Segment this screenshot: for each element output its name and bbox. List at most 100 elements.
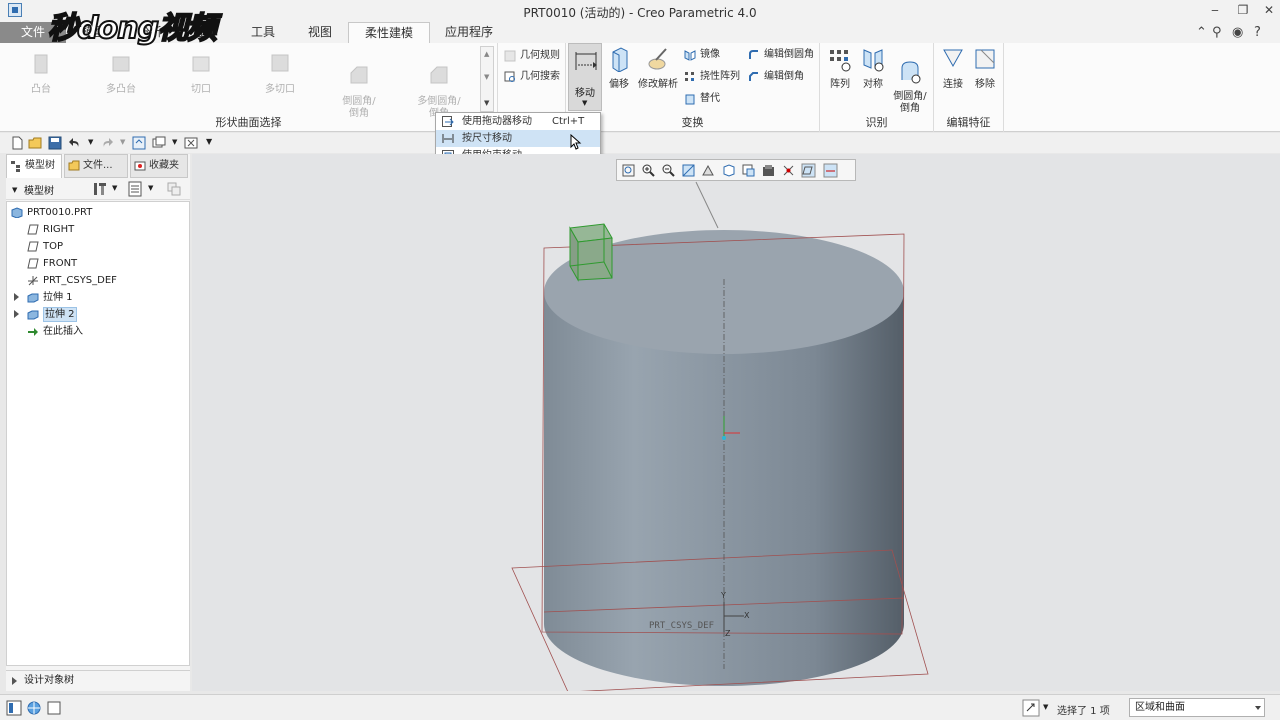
edit-chamfer-button[interactable]: 编辑倒角 (748, 69, 804, 85)
datum-plane-icon (27, 241, 39, 252)
help-icon[interactable]: ? (1254, 25, 1261, 40)
geometry-search-button[interactable]: 几何搜索 (504, 69, 560, 85)
selection-filter-arrow[interactable]: ▼ (1043, 703, 1048, 711)
pattern-recognize-icon (830, 50, 851, 72)
geometry-rules-button[interactable]: 几何规则 (504, 48, 560, 64)
symmetry-recognize-icon (863, 49, 884, 72)
fullscreen-icon[interactable] (46, 700, 62, 716)
leader-line (695, 181, 719, 229)
folder-icon (68, 160, 80, 171)
modify-analytic-icon (648, 48, 667, 70)
tree-settings-icon[interactable] (92, 181, 108, 197)
customize-qa-arrow[interactable]: ▼ (206, 137, 212, 146)
tab-applications[interactable]: 应用程序 (430, 22, 508, 43)
edit-round-button[interactable]: 编辑倒圆角 (748, 47, 814, 63)
mirror-button[interactable]: 镜像 (684, 47, 720, 63)
browser-toggle-icon[interactable] (26, 700, 42, 716)
multi-cut-button[interactable]: 多切口 (256, 51, 304, 96)
move-icon (575, 52, 597, 70)
substitute-button[interactable]: 替代 (684, 91, 720, 107)
collapse-tree-arrow[interactable]: ▼ (12, 186, 17, 194)
regenerate-icon[interactable] (132, 136, 146, 150)
gallery-scrollbar[interactable]: ▲ ▼ ▼ (480, 46, 494, 112)
model-tree-icon (11, 161, 20, 172)
modify-analytic-button[interactable]: 修改解析 (636, 46, 680, 91)
group-label-edit-feature: 编辑特征 (946, 116, 991, 129)
redo-dropdown-arrow[interactable]: ▼ (120, 138, 125, 146)
menu-item-move-with-dragger[interactable]: 使用拖动器移动 Ctrl+T (436, 113, 600, 130)
offset-button[interactable]: 偏移 (604, 46, 634, 91)
help-center-icon[interactable]: ◉ (1232, 25, 1243, 40)
remove-button[interactable]: 移除 (970, 46, 1000, 91)
move-dropdown-arrow[interactable]: ▼ (582, 99, 587, 107)
undo-dropdown-arrow[interactable]: ▼ (88, 138, 93, 146)
round-chamfer-recognize-icon (901, 61, 921, 84)
windows-dropdown-arrow[interactable]: ▼ (172, 138, 177, 146)
model-tree-header: ▼ 模型树 ▼ ▼ (6, 178, 190, 200)
triad-origin (722, 436, 726, 440)
multi-boss-button[interactable]: 多凸台 (94, 51, 148, 96)
filter-select[interactable]: 区域和曲面 (1129, 698, 1265, 717)
show-columns-icon[interactable] (128, 181, 142, 197)
edit-round-icon (749, 50, 758, 59)
expand-arrow-extrude-2[interactable] (14, 310, 19, 318)
tree-filter-icon[interactable] (166, 181, 182, 197)
navigator-panel: 模型树 文件... 收藏夹 ▼ 模型树 ▼ ▼ PRT0010.PRT RIGH… (6, 154, 190, 691)
tab-view[interactable]: 视图 (292, 22, 348, 43)
tab-model-tree[interactable]: 模型树 (6, 154, 62, 178)
remove-icon (975, 49, 995, 69)
boss-button[interactable]: 凸台 (18, 51, 64, 96)
round-chamfer-icon (350, 66, 368, 84)
ribbon: 凸台 多凸台 切口 多切口 倒圆角/ 倒角 多倒圆角/ 倒角 ▲ ▼ ▼ 形状曲… (0, 43, 1280, 132)
quick-access-toolbar: ▼ ▼ ▼ ▼ (0, 133, 1280, 153)
close-button[interactable]: ✕ (1258, 2, 1280, 18)
tab-favorites[interactable]: 收藏夹 (130, 154, 188, 178)
group-label-transform: 变换 (681, 116, 704, 129)
group-recognize: 阵列 对称 倒圆角/ 倒角 识别 (820, 43, 934, 132)
navigator-toggle-icon[interactable] (6, 700, 22, 716)
move-button[interactable]: 移动 ▼ (568, 43, 602, 111)
open-folder-icon[interactable] (28, 136, 42, 150)
selection-filter-icon[interactable] (1022, 699, 1040, 717)
filter-dropdown-arrow[interactable] (1255, 706, 1261, 710)
csys-y-label: Y (721, 591, 726, 600)
redo-icon[interactable] (100, 136, 114, 150)
close-window-icon[interactable] (184, 136, 198, 150)
expand-arrow-extrude-1[interactable] (14, 293, 19, 301)
attach-button[interactable]: 连接 (938, 46, 968, 91)
datum-plane-icon (27, 224, 39, 235)
flex-pattern-button[interactable]: 挠性阵列 (684, 69, 740, 85)
pattern-recognize-button[interactable]: 阵列 (824, 46, 856, 91)
multi-boss-icon (112, 56, 130, 72)
dragger-move-icon (442, 116, 454, 127)
substitute-icon (685, 94, 695, 105)
group-label-recognize: 识别 (865, 116, 888, 129)
symmetry-recognize-button[interactable]: 对称 (858, 46, 888, 91)
selection-status: 选择了 1 项 (1057, 706, 1110, 717)
collapse-ribbon-icon[interactable]: ⌃ (1196, 25, 1207, 40)
windows-icon[interactable] (152, 136, 166, 150)
selected-cube[interactable] (569, 223, 613, 282)
multi-round-chamfer-icon (430, 66, 448, 84)
design-object-tree[interactable]: 设计对象树 (6, 670, 190, 690)
csys-z-label: Z (725, 629, 731, 638)
show-columns-arrow[interactable]: ▼ (148, 184, 153, 192)
tree-settings-arrow[interactable]: ▼ (112, 184, 117, 192)
tab-flexible-modeling[interactable]: 柔性建模 (348, 22, 430, 43)
cut-button[interactable]: 切口 (178, 51, 224, 96)
restore-button[interactable]: ❐ (1232, 2, 1254, 18)
extrude-icon (27, 310, 39, 320)
minimize-button[interactable]: ‒ (1204, 2, 1226, 18)
model-tree: PRT0010.PRT RIGHT TOP FRONT PRT_CSYS_DEF… (6, 201, 190, 666)
csys-x-label: X (744, 611, 750, 620)
tab-folder-browser[interactable]: 文件... (64, 154, 128, 178)
graphics-window[interactable]: Y X Z PRT_CSYS_DEF (192, 154, 1280, 691)
group-label-shape: 形状曲面选择 (215, 116, 282, 129)
save-icon[interactable] (48, 136, 62, 150)
group-shape-surface-selection: 凸台 多凸台 切口 多切口 倒圆角/ 倒角 多倒圆角/ 倒角 ▲ ▼ ▼ 形状曲… (0, 43, 498, 132)
undo-icon[interactable] (68, 136, 82, 150)
new-file-icon[interactable] (10, 136, 24, 150)
search-icon[interactable]: ⚲ (1212, 25, 1222, 40)
csys-icon (28, 276, 38, 286)
expand-arrow-design-tree[interactable] (12, 677, 17, 685)
